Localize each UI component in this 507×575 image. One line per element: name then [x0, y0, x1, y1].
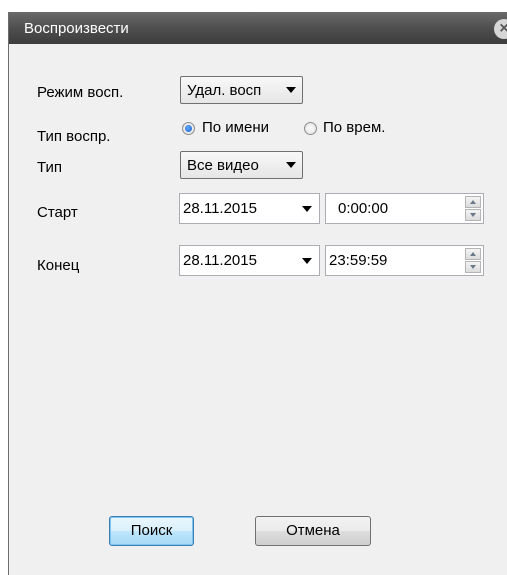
- start-date-value: 28.11.2015: [183, 200, 257, 217]
- close-icon[interactable]: ×: [494, 19, 507, 39]
- spin-down-icon[interactable]: [465, 261, 481, 273]
- chevron-down-icon: [286, 87, 296, 93]
- start-label: Старт: [37, 204, 78, 221]
- chevron-down-icon[interactable]: [302, 258, 312, 264]
- radio-by-name[interactable]: [182, 122, 195, 135]
- start-time-input[interactable]: 0:00:00: [325, 193, 484, 224]
- radio-by-time[interactable]: [304, 122, 317, 135]
- type-select[interactable]: Все видео: [180, 151, 303, 179]
- mode-select[interactable]: Удал. восп: [180, 76, 303, 104]
- mode-select-value: Удал. восп: [187, 82, 262, 99]
- playback-dialog: Воспроизвести × Режим восп. Удал. восп Т…: [8, 12, 507, 575]
- end-label: Конец: [37, 257, 80, 274]
- radio-by-name-label[interactable]: По имени: [202, 119, 269, 136]
- radio-by-time-label[interactable]: По врем.: [323, 119, 385, 136]
- play-type-label: Тип воспр.: [37, 128, 111, 145]
- search-button[interactable]: Поиск: [109, 516, 194, 546]
- chevron-down-icon: [286, 162, 296, 168]
- start-time-spinner: [465, 196, 481, 221]
- chevron-down-icon[interactable]: [302, 206, 312, 212]
- spin-up-icon[interactable]: [465, 248, 481, 260]
- spin-up-icon[interactable]: [465, 196, 481, 208]
- end-date-value: 28.11.2015: [183, 252, 257, 269]
- title-bar[interactable]: Воспроизвести ×: [9, 12, 507, 44]
- end-date-picker[interactable]: 28.11.2015: [179, 245, 320, 276]
- end-time-input[interactable]: 23:59:59: [325, 245, 484, 276]
- type-select-value: Все видео: [187, 157, 259, 174]
- end-time-spinner: [465, 248, 481, 273]
- start-date-picker[interactable]: 28.11.2015: [179, 193, 320, 224]
- dialog-title: Воспроизвести: [24, 20, 129, 37]
- mode-label: Режим восп.: [37, 84, 124, 101]
- cancel-button[interactable]: Отмена: [255, 516, 371, 546]
- start-time-value: 0:00:00: [338, 200, 389, 217]
- type-label: Тип: [37, 159, 63, 176]
- spin-down-icon[interactable]: [465, 209, 481, 221]
- end-time-value: 23:59:59: [329, 252, 388, 269]
